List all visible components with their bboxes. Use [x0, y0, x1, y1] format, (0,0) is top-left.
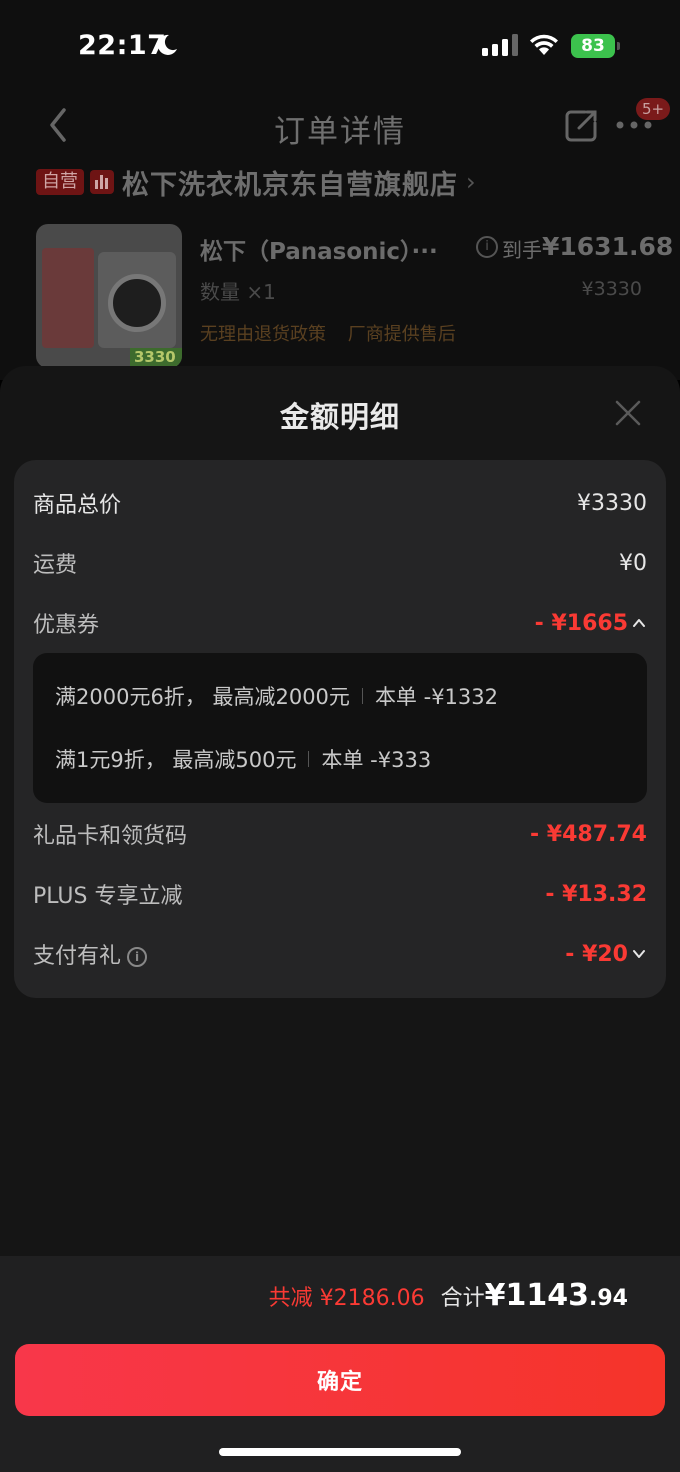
- product-thumbnail[interactable]: 3330: [36, 224, 182, 368]
- chevron-up-icon[interactable]: [631, 615, 647, 631]
- price-label: 到手: [502, 238, 542, 262]
- row-pay-gift[interactable]: 支付有礼 i - ¥20: [33, 934, 647, 974]
- row-label: PLUS 专享立减: [33, 884, 183, 909]
- row-value: - ¥13.32: [545, 881, 647, 907]
- order-summary: 共减 ¥2186.06 合计 ¥1143 .94: [269, 1278, 628, 1313]
- row-value: - ¥1665: [534, 610, 628, 636]
- sheet-title: 金额明细: [279, 400, 400, 434]
- store-name: 松下洗衣机京东自营旗舰店: [122, 169, 458, 201]
- row-coupon[interactable]: 优惠券 - ¥1665: [33, 603, 647, 643]
- notification-badge: 5+: [636, 98, 670, 120]
- status-time: 22:17: [78, 30, 167, 61]
- battery-icon: 83: [571, 34, 621, 58]
- price-final: ¥1631.68: [542, 232, 674, 261]
- self-operated-tag: 自营: [36, 169, 84, 195]
- total-amount: ¥1143: [484, 1278, 590, 1313]
- row-label: 支付有礼: [33, 944, 122, 969]
- policy-tag: 厂商提供售后: [347, 324, 456, 345]
- row-goods-total: 商品总价 ¥3330: [33, 483, 647, 523]
- info-icon[interactable]: i: [127, 947, 148, 967]
- cellular-signal-icon: [482, 34, 518, 56]
- home-indicator: [219, 1448, 461, 1456]
- coupon-detail-line: 满2000元6折， 最高减2000元 本单 -¥1332: [55, 681, 498, 711]
- coupon-amount: 本单 -¥333: [321, 748, 432, 772]
- info-icon[interactable]: i: [476, 236, 498, 258]
- product-quantity: 数量 ×1: [200, 280, 276, 304]
- wifi-icon: [530, 34, 558, 55]
- store-logo-icon: [90, 170, 114, 194]
- more-icon[interactable]: [614, 118, 654, 132]
- coupon-detail-box: 满2000元6折， 最高减2000元 本单 -¥1332 满1元9折， 最高减5…: [33, 653, 647, 803]
- row-label: 优惠券: [33, 613, 100, 638]
- row-label: 运费: [33, 553, 78, 578]
- share-icon[interactable]: [563, 108, 599, 144]
- coupon-amount: 本单 -¥1332: [374, 685, 498, 709]
- original-price: ¥3330: [581, 278, 642, 300]
- row-label: 礼品卡和领货码: [33, 824, 188, 849]
- row-value: ¥0: [619, 550, 647, 576]
- coupon-detail-line: 满1元9折， 最高减500元 本单 -¥333: [55, 744, 431, 774]
- moon-icon: [157, 34, 177, 55]
- chevron-down-icon[interactable]: [631, 946, 647, 962]
- policy-tag: 无理由退货政策: [200, 324, 326, 345]
- confirm-button[interactable]: 确定: [15, 1344, 665, 1416]
- chevron-right-icon: ›: [466, 168, 476, 196]
- total-saved: 共减 ¥2186.06: [268, 1286, 425, 1311]
- battery-level: 83: [581, 36, 605, 56]
- coupon-rule: 满1元9折， 最高减500元: [55, 748, 297, 772]
- row-value: - ¥20: [565, 941, 628, 967]
- product-name[interactable]: 松下（Panasonic）···: [200, 232, 438, 266]
- row-value: - ¥487.74: [530, 821, 647, 847]
- row-label: 商品总价: [33, 493, 122, 518]
- policy-tags: 无理由退货政策 厂商提供售后: [200, 320, 472, 346]
- store-row[interactable]: 自营 松下洗衣机京东自营旗舰店 ›: [36, 166, 476, 201]
- row-giftcard: 礼品卡和领货码 - ¥487.74: [33, 814, 647, 854]
- total-label: 合计: [440, 1286, 485, 1311]
- thumb-price-tag: 3330: [130, 348, 182, 368]
- row-value: ¥3330: [577, 490, 647, 516]
- row-shipping: 运费 ¥0: [33, 543, 647, 583]
- status-bar: 22:17 83: [0, 0, 680, 90]
- coupon-rule: 满2000元6折， 最高减2000元: [55, 685, 350, 709]
- row-plus-discount: PLUS 专享立减 - ¥13.32: [33, 874, 647, 914]
- close-icon[interactable]: [614, 399, 642, 427]
- total-amount-decimal: .94: [589, 1286, 628, 1311]
